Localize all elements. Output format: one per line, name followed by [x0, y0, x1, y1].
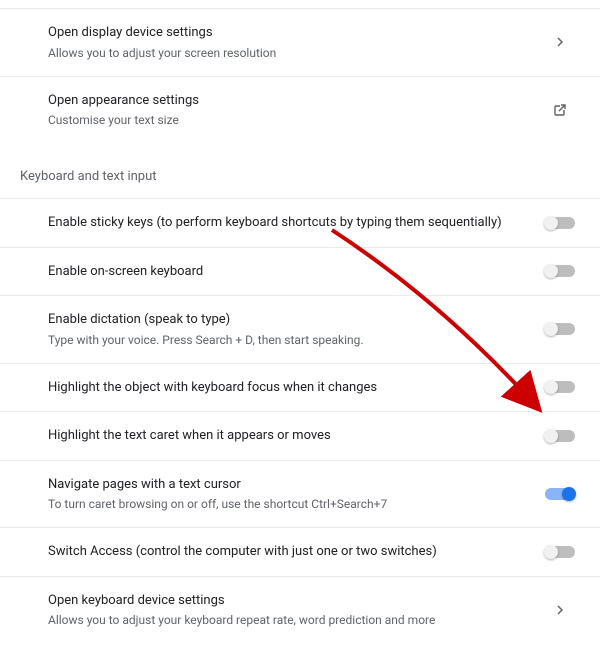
row-text: Enable dictation (speak to type) Type wi… [48, 310, 540, 349]
row-title: Highlight the object with keyboard focus… [48, 378, 528, 398]
chevron-right-icon [540, 605, 580, 615]
switch-access-toggle[interactable] [545, 546, 575, 558]
row-title: Open appearance settings [48, 91, 528, 111]
row-subtitle: To turn caret browsing on or off, use th… [48, 495, 528, 513]
toggle-control[interactable] [540, 265, 580, 277]
row-title: Enable sticky keys (to perform keyboard … [48, 213, 528, 233]
toggle-control[interactable] [540, 488, 580, 500]
row-title: Open keyboard device settings [48, 591, 528, 611]
highlight-focus-toggle[interactable] [545, 381, 575, 393]
toggle-control[interactable] [540, 323, 580, 335]
sticky-keys-row[interactable]: Enable sticky keys (to perform keyboard … [0, 198, 600, 248]
onscreen-keyboard-row[interactable]: Enable on-screen keyboard [0, 248, 600, 297]
caret-browsing-toggle[interactable] [545, 488, 575, 500]
dictation-toggle[interactable] [545, 323, 575, 335]
row-subtitle: Allows you to adjust your keyboard repea… [48, 611, 528, 629]
highlight-focus-row[interactable]: Highlight the object with keyboard focus… [0, 364, 600, 413]
row-text: Highlight the text caret when it appears… [48, 426, 540, 446]
section-header: Keyboard and text input [0, 161, 600, 198]
display-settings-row[interactable]: Open display device settings Allows you … [0, 8, 600, 77]
settings-panel: Open display device settings Allows you … [0, 0, 600, 651]
switch-access-row[interactable]: Switch Access (control the computer with… [0, 528, 600, 577]
row-text: Highlight the object with keyboard focus… [48, 378, 540, 398]
appearance-settings-row[interactable]: Open appearance settings Customise your … [0, 77, 600, 144]
onscreen-keyboard-toggle[interactable] [545, 265, 575, 277]
row-subtitle: Type with your voice. Press Search + D, … [48, 331, 528, 349]
highlight-caret-toggle[interactable] [545, 430, 575, 442]
row-title: Highlight the text caret when it appears… [48, 426, 528, 446]
toggle-control[interactable] [540, 546, 580, 558]
row-text: Enable on-screen keyboard [48, 262, 540, 282]
toggle-control[interactable] [540, 381, 580, 393]
row-text: Enable sticky keys (to perform keyboard … [48, 213, 540, 233]
row-text: Open display device settings Allows you … [48, 23, 540, 62]
row-title: Open display device settings [48, 23, 528, 43]
caret-browsing-row[interactable]: Navigate pages with a text cursor To tur… [0, 461, 600, 529]
row-title: Enable dictation (speak to type) [48, 310, 528, 330]
row-text: Switch Access (control the computer with… [48, 542, 540, 562]
row-title: Navigate pages with a text cursor [48, 475, 528, 495]
row-title: Switch Access (control the computer with… [48, 542, 528, 562]
dictation-row[interactable]: Enable dictation (speak to type) Type wi… [0, 296, 600, 364]
toggle-control[interactable] [540, 430, 580, 442]
keyboard-device-settings-row[interactable]: Open keyboard device settings Allows you… [0, 577, 600, 644]
external-link-icon [540, 103, 580, 117]
row-title: Enable on-screen keyboard [48, 262, 528, 282]
row-subtitle: Customise your text size [48, 111, 528, 129]
row-text: Open appearance settings Customise your … [48, 91, 540, 130]
row-subtitle: Allows you to adjust your screen resolut… [48, 44, 528, 62]
row-text: Navigate pages with a text cursor To tur… [48, 475, 540, 514]
chevron-right-icon [540, 37, 580, 47]
row-text: Open keyboard device settings Allows you… [48, 591, 540, 630]
sticky-keys-toggle[interactable] [545, 217, 575, 229]
highlight-caret-row[interactable]: Highlight the text caret when it appears… [0, 412, 600, 461]
toggle-control[interactable] [540, 217, 580, 229]
